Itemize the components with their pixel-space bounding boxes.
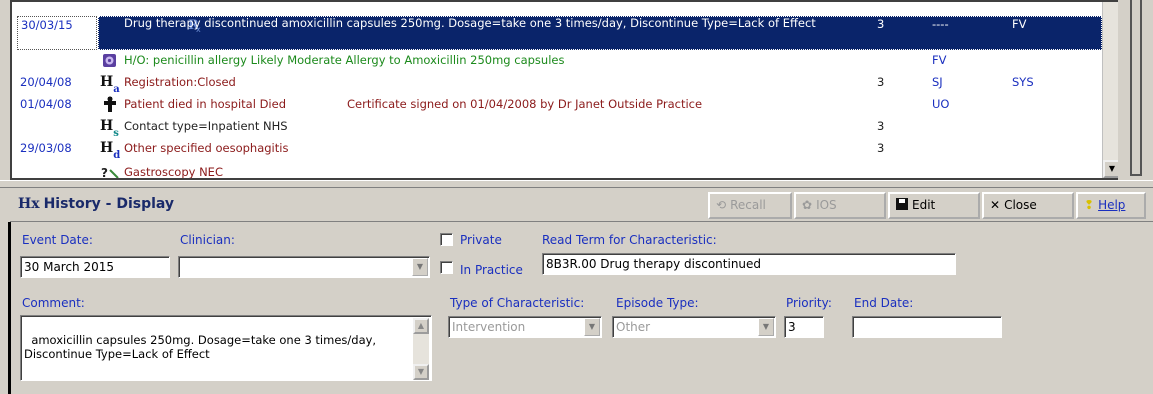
- close-icon: ✕: [990, 198, 1001, 212]
- comment-textarea[interactable]: amoxicillin capsules 250mg. Dosage=take …: [20, 315, 432, 381]
- read-term-label: Read Term for Characteristic:: [542, 233, 717, 247]
- row-priority: 3: [877, 119, 885, 133]
- row-date: 01/04/08: [20, 97, 72, 111]
- close-button[interactable]: ✕ Close: [982, 192, 1074, 219]
- row-priority: 3: [877, 75, 885, 89]
- save-disk-icon: [896, 198, 908, 210]
- row-date: 20/04/08: [20, 75, 72, 89]
- panel-title: Hx History - Display: [18, 196, 174, 212]
- help-bulb-icon: ❢: [1084, 198, 1095, 212]
- chevron-down-icon[interactable]: ▼: [758, 318, 774, 336]
- event-date-label: Event Date:: [22, 233, 93, 247]
- scroll-up-button[interactable]: ▲: [413, 318, 429, 334]
- scroll-down-button[interactable]: ▼: [1103, 160, 1118, 178]
- priority-label: Priority:: [786, 296, 832, 310]
- type-of-characteristic-label: Type of Characteristic:: [450, 296, 585, 310]
- clinician-select[interactable]: ▼: [178, 256, 430, 278]
- row-priority: 3: [877, 141, 885, 155]
- private-label: Private: [460, 233, 502, 247]
- end-date-field[interactable]: [852, 316, 1002, 338]
- recall-button[interactable]: ⟲ Recall: [708, 192, 792, 219]
- panel-title-text: History - Display: [43, 196, 175, 212]
- h-d-icon: Hd: [100, 140, 121, 161]
- row-description: H/O: penicillin allergy Likely Moderate …: [124, 53, 565, 67]
- help-button[interactable]: ❢ Help: [1076, 192, 1146, 219]
- pane-splitter[interactable]: [0, 180, 1153, 188]
- svg-text:?: ?: [101, 166, 108, 180]
- priority-field[interactable]: 3: [784, 316, 824, 338]
- row-description: Other specified oesophagitis: [124, 141, 289, 155]
- row-description: Contact type=Inpatient NHS: [124, 119, 288, 133]
- row-description-extra: Certificate signed on 01/04/2008 by Dr J…: [347, 97, 703, 111]
- journal-row[interactable]: 29/03/08 Hd Other specified oesophagitis…: [12, 140, 1102, 161]
- journal-row[interactable]: ? Gastroscopy NEC: [12, 164, 1102, 180]
- row-col2: FV: [1012, 17, 1027, 31]
- row-priority: 3: [877, 17, 885, 31]
- row-col1: UO: [932, 97, 950, 111]
- row-col1: ----: [932, 17, 949, 31]
- row-description: Gastroscopy NEC: [124, 165, 223, 179]
- allergy-icon: [100, 52, 120, 69]
- row-description: Patient died in hospital Died: [124, 97, 287, 111]
- edit-button[interactable]: Edit: [888, 192, 980, 219]
- in-practice-label: In Practice: [460, 263, 523, 277]
- scroll-down-button[interactable]: ▼: [413, 364, 429, 380]
- journal-row[interactable]: H/O: penicillin allergy Likely Moderate …: [12, 52, 1102, 69]
- recall-icon: ⟲: [716, 198, 727, 212]
- chevron-down-icon[interactable]: ▼: [412, 258, 428, 276]
- journal-list[interactable]: 30/03/15 Rx Drug therapy discontinued am…: [10, 0, 1118, 180]
- comment-text: amoxicillin capsules 250mg. Dosage=take …: [24, 333, 377, 361]
- ios-icon: ✿: [802, 198, 813, 212]
- row-description: Registration:Closed: [124, 75, 236, 89]
- journal-row[interactable]: Hs Contact type=Inpatient NHS 3: [12, 118, 1102, 139]
- in-practice-checkbox[interactable]: [440, 261, 453, 274]
- procedure-icon: ?: [100, 164, 120, 180]
- h-a-icon: Ha: [100, 74, 120, 95]
- row-col1: FV: [932, 53, 947, 67]
- row-description: Drug therapy discontinued amoxicillin ca…: [124, 16, 816, 30]
- journal-row[interactable]: 01/04/08 Patient died in hospital Died C…: [12, 96, 1102, 113]
- right-panel-edge: [1120, 0, 1153, 182]
- episode-type-select[interactable]: Other ▼: [612, 316, 776, 338]
- private-checkbox[interactable]: [440, 233, 453, 246]
- comment-label: Comment:: [22, 296, 85, 310]
- history-toolbar: Hx History - Display ⟲ Recall ✿ IOS Edit ✕ C…: [10, 190, 1153, 222]
- row-col2: SYS: [1012, 75, 1034, 89]
- selected-row-date-cell[interactable]: 30/03/15: [17, 16, 97, 50]
- ios-button[interactable]: ✿ IOS: [794, 192, 886, 219]
- row-date: 29/03/08: [20, 141, 72, 155]
- history-icon: Hx: [18, 196, 40, 212]
- chevron-down-icon[interactable]: ▼: [584, 318, 600, 336]
- comment-scrollbar[interactable]: ▲ ▼: [413, 318, 429, 380]
- read-term-field[interactable]: 8B3R.00 Drug therapy discontinued: [542, 253, 956, 275]
- row-date: 30/03/15: [21, 18, 73, 32]
- row-col1: SJ: [932, 75, 943, 89]
- end-date-label: End Date:: [854, 296, 914, 310]
- episode-type-label: Episode Type:: [616, 296, 699, 310]
- h-s-icon: Hs: [100, 118, 119, 139]
- event-date-field[interactable]: 30 March 2015: [20, 256, 170, 278]
- form-left-edge: [8, 222, 11, 394]
- journal-row[interactable]: 20/04/08 Ha Registration:Closed 3 SJ SYS: [12, 74, 1102, 95]
- type-of-characteristic-select[interactable]: Intervention ▼: [448, 316, 602, 338]
- death-icon: [100, 96, 120, 113]
- journal-row-selected[interactable]: Rx Drug therapy discontinued amoxicillin…: [98, 16, 1102, 50]
- journal-scrollbar[interactable]: ▼: [1102, 2, 1118, 178]
- clinician-label: Clinician:: [180, 233, 235, 247]
